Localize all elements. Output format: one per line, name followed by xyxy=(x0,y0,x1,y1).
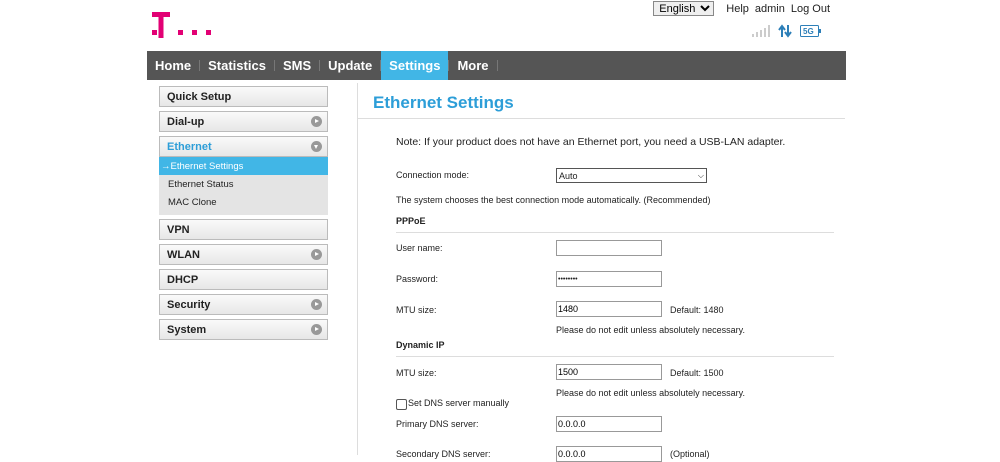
ethernet-submenu: → Ethernet Settings Ethernet Status MAC … xyxy=(159,157,328,215)
signal-bars-icon xyxy=(752,25,770,37)
sidebar-item-label: Quick Setup xyxy=(167,90,232,103)
sidebar-subitem-ethernet-status[interactable]: Ethernet Status xyxy=(159,175,328,193)
sidebar-item-quick-setup[interactable]: Quick Setup xyxy=(159,86,328,107)
content-divider xyxy=(357,83,358,455)
secondary-dns-label: Secondary DNS server: xyxy=(396,449,491,459)
sidebar-item-dhcp[interactable]: DHCP xyxy=(159,269,328,290)
pppoe-mtu-warning: Please do not edit unless absolutely nec… xyxy=(556,325,745,335)
sidebar-item-system[interactable]: System xyxy=(159,319,328,340)
sidebar-item-label: System xyxy=(167,323,207,336)
nav-settings[interactable]: Settings xyxy=(381,51,449,80)
secondary-dns-field[interactable] xyxy=(556,446,662,462)
logout-link[interactable]: Log Out xyxy=(791,3,830,15)
usb-lan-note: Note: If your product does not have an E… xyxy=(396,136,786,148)
sidebar-subitem-label: Ethernet Settings xyxy=(170,160,244,172)
up-down-arrows-icon xyxy=(778,24,792,38)
language-select[interactable]: English xyxy=(653,1,715,16)
sidebar-item-dialup[interactable]: Dial-up xyxy=(159,111,328,132)
admin-link[interactable]: admin xyxy=(755,3,785,15)
password-label: Password: xyxy=(396,274,439,284)
arrow-right-icon: → xyxy=(161,160,171,172)
sidebar-item-security[interactable]: Security xyxy=(159,294,328,315)
chevron-down-icon: ⌵ xyxy=(697,170,704,180)
sidebar-item-label: VPN xyxy=(167,223,190,236)
pppoe-mtu-default: Default: 1480 xyxy=(670,305,724,315)
nav-more[interactable]: More xyxy=(449,51,496,80)
nav-divider xyxy=(496,60,498,71)
password-field[interactable]: •••••••• xyxy=(556,271,662,287)
expand-arrow-icon xyxy=(311,299,322,310)
primary-dns-label: Primary DNS server: xyxy=(396,419,479,429)
telekom-logo xyxy=(152,12,211,38)
5g-icon: 5G xyxy=(800,25,821,37)
dynamic-ip-heading: Dynamic IP xyxy=(396,340,445,350)
expand-arrow-icon xyxy=(311,249,322,260)
help-link[interactable]: Help xyxy=(726,3,749,15)
dns-manual-label: Set DNS server manually xyxy=(408,398,510,408)
collapse-arrow-icon xyxy=(311,141,322,152)
password-value: •••••••• xyxy=(558,275,578,283)
main-nav: Home Statistics SMS Update Settings More xyxy=(147,51,846,80)
top-bar: English Help admin Log Out xyxy=(653,1,830,16)
sidebar-item-label: Security xyxy=(167,298,211,311)
status-icons: 5G xyxy=(752,24,822,38)
sidebar-item-label: WLAN xyxy=(167,248,200,261)
connection-mode-select[interactable]: Auto ⌵ xyxy=(556,168,707,183)
title-divider xyxy=(358,118,845,119)
svg-text:5G: 5G xyxy=(803,27,814,36)
sidebar-item-label: DHCP xyxy=(167,273,199,286)
dynamic-mtu-label: MTU size: xyxy=(396,368,437,378)
nav-update[interactable]: Update xyxy=(320,51,380,80)
expand-arrow-icon xyxy=(311,116,322,127)
section-divider xyxy=(396,356,834,357)
dynamic-mtu-default: Default: 1500 xyxy=(670,368,724,378)
connection-mode-description: The system chooses the best connection m… xyxy=(396,195,711,205)
dynamic-mtu-field[interactable] xyxy=(556,364,662,380)
sidebar-item-label: Ethernet xyxy=(167,140,212,153)
page-title: Ethernet Settings xyxy=(373,93,514,112)
sidebar: Quick Setup Dial-up Ethernet → Ethernet … xyxy=(159,86,328,344)
pppoe-mtu-field[interactable] xyxy=(556,301,662,317)
dns-manual-checkbox[interactable] xyxy=(396,399,407,410)
nav-home[interactable]: Home xyxy=(147,51,199,80)
expand-arrow-icon xyxy=(311,324,322,335)
nav-sms[interactable]: SMS xyxy=(275,51,319,80)
sidebar-item-ethernet[interactable]: Ethernet xyxy=(159,136,328,157)
section-divider xyxy=(396,232,834,233)
sidebar-item-label: Dial-up xyxy=(167,115,205,128)
pppoe-heading: PPPoE xyxy=(396,216,426,226)
pppoe-mtu-label: MTU size: xyxy=(396,305,437,315)
dynamic-mtu-warning: Please do not edit unless absolutely nec… xyxy=(556,388,745,398)
username-label: User name: xyxy=(396,243,443,253)
primary-dns-field[interactable] xyxy=(556,416,662,432)
connection-mode-value: Auto xyxy=(559,170,578,181)
username-field[interactable] xyxy=(556,240,662,256)
sidebar-subitem-mac-clone[interactable]: MAC Clone xyxy=(159,193,328,211)
secondary-dns-optional: (Optional) xyxy=(670,449,710,459)
sidebar-item-wlan[interactable]: WLAN xyxy=(159,244,328,265)
sidebar-item-vpn[interactable]: VPN xyxy=(159,219,328,240)
sidebar-subitem-ethernet-settings[interactable]: → Ethernet Settings xyxy=(159,157,328,175)
nav-statistics[interactable]: Statistics xyxy=(200,51,274,80)
main-content: Ethernet Settings Note: If your product … xyxy=(358,83,845,462)
connection-mode-label: Connection mode: xyxy=(396,170,470,180)
